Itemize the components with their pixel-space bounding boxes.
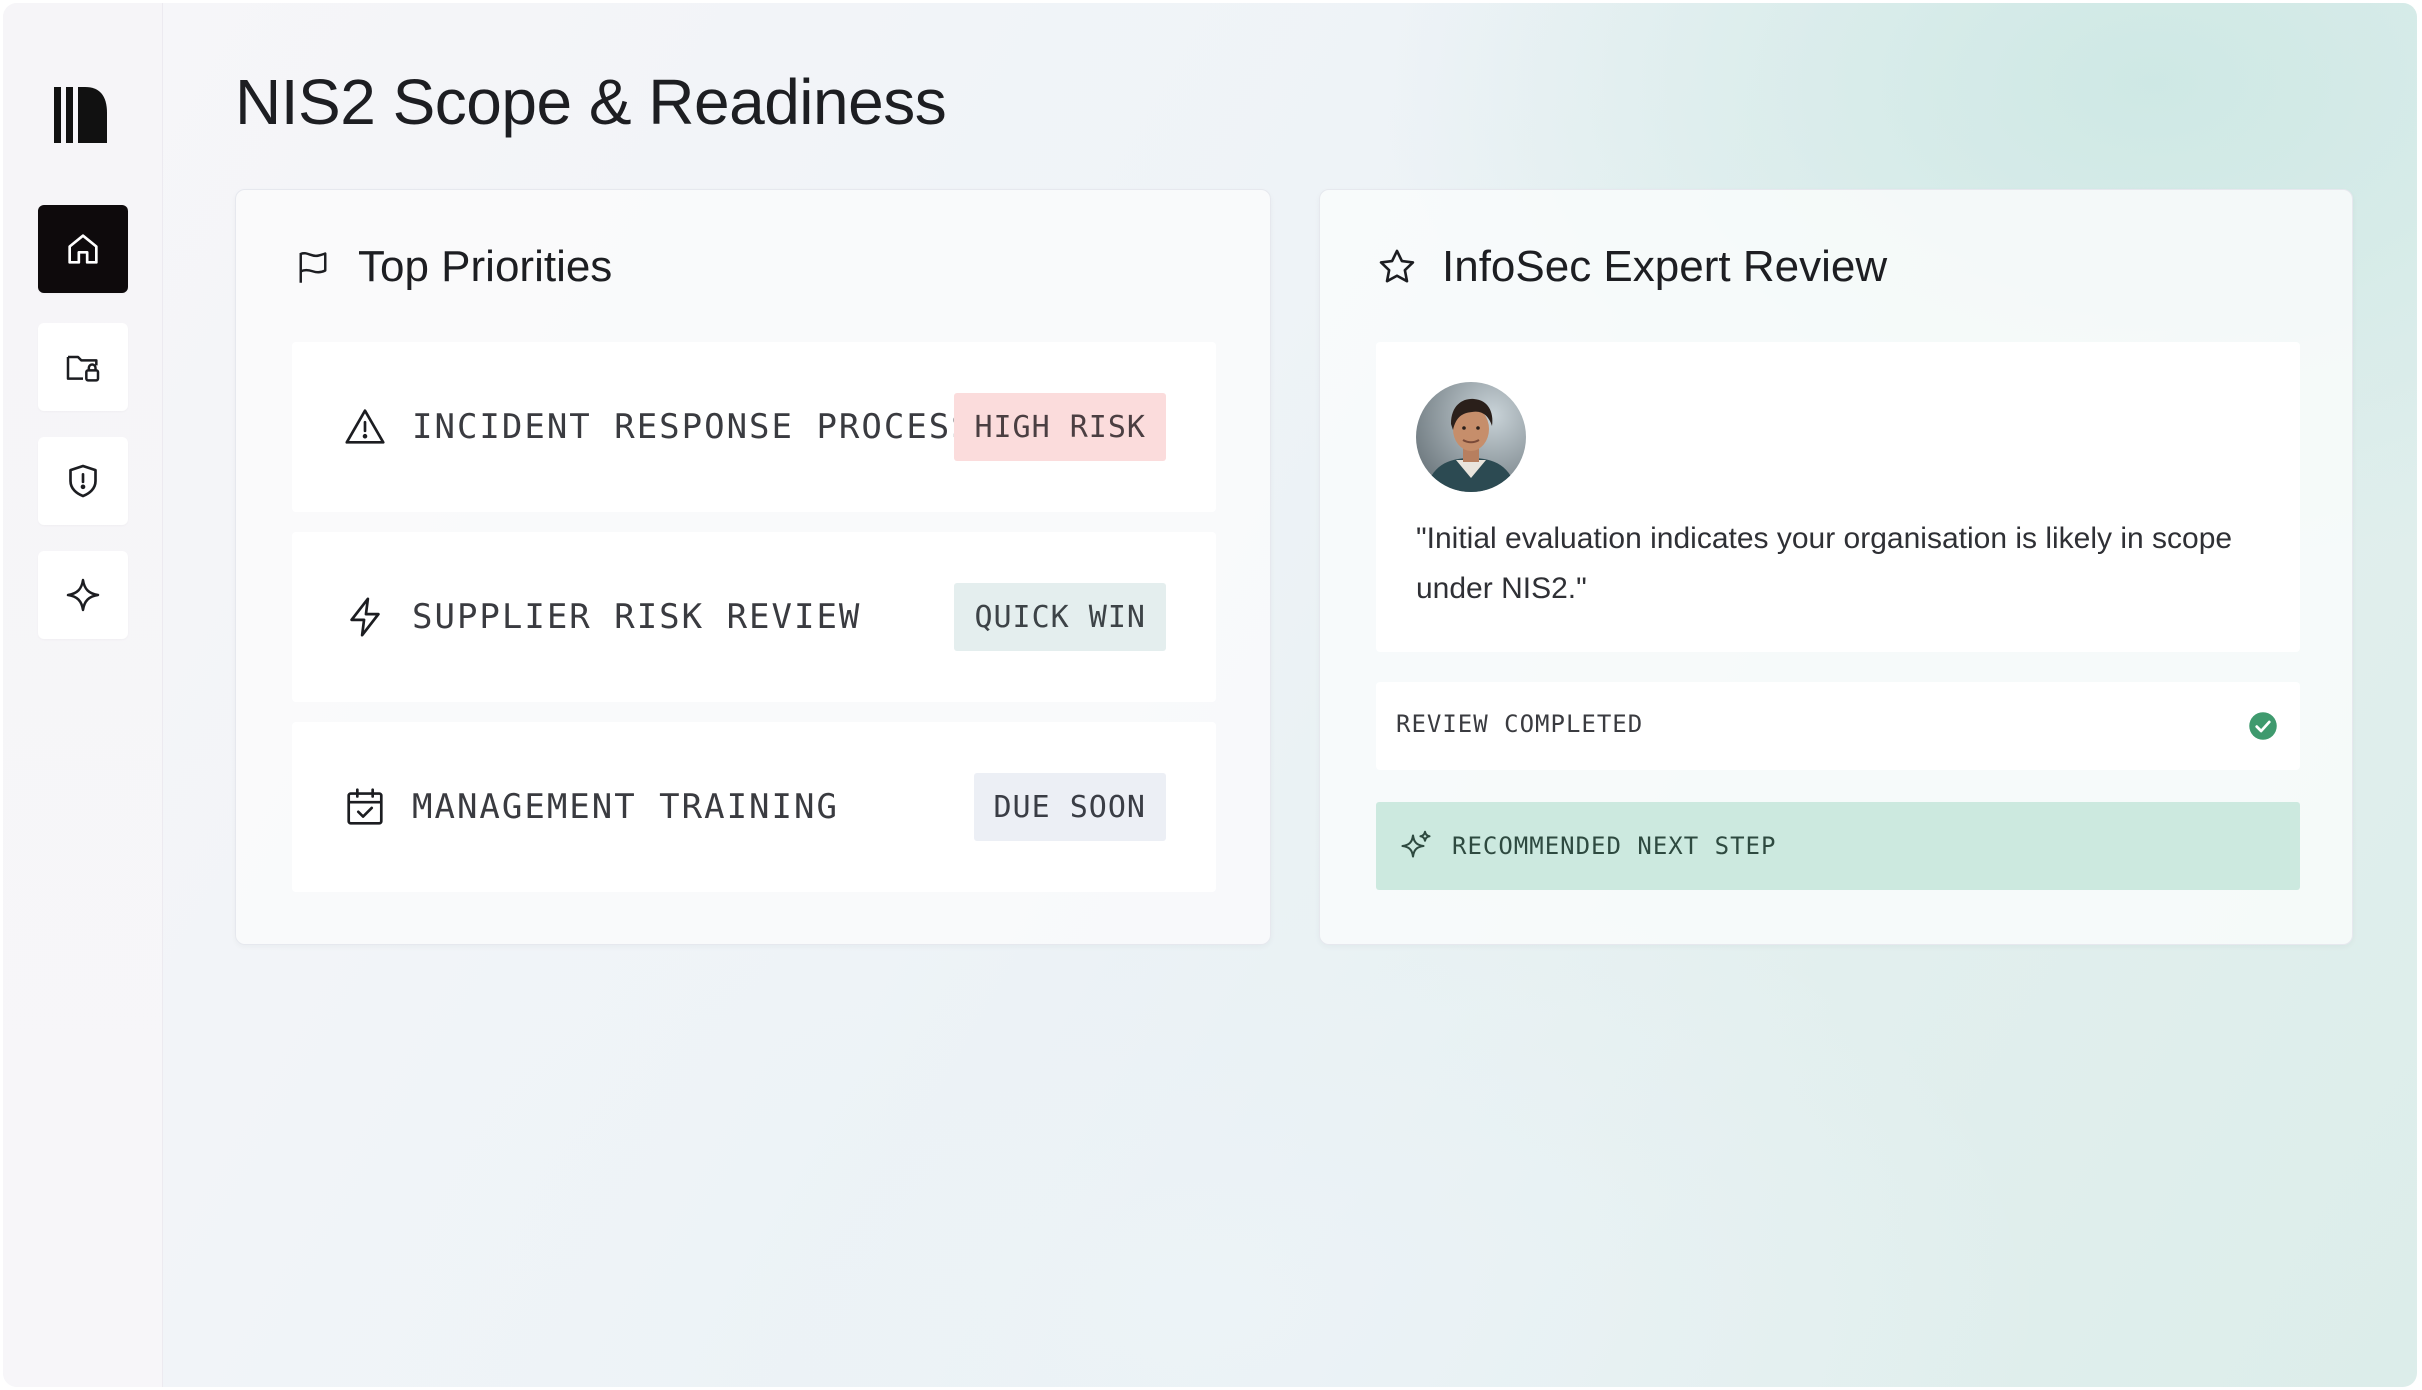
app-logo[interactable] xyxy=(51,83,111,147)
priority-label: SUPPLIER RISK REVIEW xyxy=(412,597,862,637)
page-title: NIS2 Scope & Readiness xyxy=(235,66,947,138)
card-title: InfoSec Expert Review xyxy=(1442,242,1888,291)
review-quote: "Initial evaluation indicates your organ… xyxy=(1416,522,2233,605)
expert-review-card: InfoSec Expert Review "Initial evaluatio… xyxy=(1319,189,2353,945)
folder-lock-icon xyxy=(66,355,100,382)
review-quote-box: "Initial evaluation indicates your organ… xyxy=(1376,342,2300,652)
logo-icon xyxy=(54,87,107,143)
calendar-check-icon xyxy=(347,788,383,825)
home-icon xyxy=(68,234,98,264)
app-window: NIS2 Scope & Readiness Top Priorities IN… xyxy=(3,3,2417,1387)
priority-item-incident-response[interactable]: INCIDENT RESPONSE PROCESS HIGH RISK xyxy=(292,342,1216,512)
review-status-row: REVIEW COMPLETED xyxy=(1376,682,2300,770)
sparkle-icon xyxy=(66,578,100,612)
avatar-image xyxy=(1416,382,1526,492)
next-step-label: RECOMMENDED NEXT STEP xyxy=(1452,832,1777,860)
reviewer-avatar[interactable] xyxy=(1416,382,1526,492)
sidebar-item-ai[interactable] xyxy=(38,551,128,639)
star-icon xyxy=(1379,249,1415,283)
recommended-next-step-button[interactable]: RECOMMENDED NEXT STEP xyxy=(1376,802,2300,890)
priority-label: MANAGEMENT TRAINING xyxy=(412,787,839,827)
sparkles-icon xyxy=(1401,830,1431,858)
priority-label: INCIDENT RESPONSE PROCESS xyxy=(412,407,974,447)
status-badge: QUICK WIN xyxy=(954,583,1166,651)
priority-item-supplier-risk[interactable]: SUPPLIER RISK REVIEW QUICK WIN xyxy=(292,532,1216,702)
sidebar-item-secure-folder[interactable] xyxy=(38,323,128,411)
status-badge: DUE SOON xyxy=(973,773,1166,841)
lightning-icon xyxy=(350,597,380,637)
sidebar xyxy=(3,3,163,1387)
priority-item-management-training[interactable]: MANAGEMENT TRAINING DUE SOON xyxy=(292,722,1216,892)
risk-badge: HIGH RISK xyxy=(954,393,1166,461)
check-circle-icon xyxy=(2249,712,2277,740)
review-status-label: REVIEW COMPLETED xyxy=(1396,710,1644,738)
flag-icon xyxy=(299,252,327,283)
shield-alert-icon xyxy=(69,464,97,498)
sidebar-item-home[interactable] xyxy=(38,205,128,293)
card-header: Top Priorities xyxy=(292,242,612,292)
sidebar-item-security[interactable] xyxy=(38,437,128,525)
top-priorities-card: Top Priorities INCIDENT RESPONSE PROCESS… xyxy=(235,189,1271,945)
warning-triangle-icon xyxy=(345,409,385,444)
card-header: InfoSec Expert Review xyxy=(1376,242,1887,292)
card-title: Top Priorities xyxy=(358,242,613,291)
